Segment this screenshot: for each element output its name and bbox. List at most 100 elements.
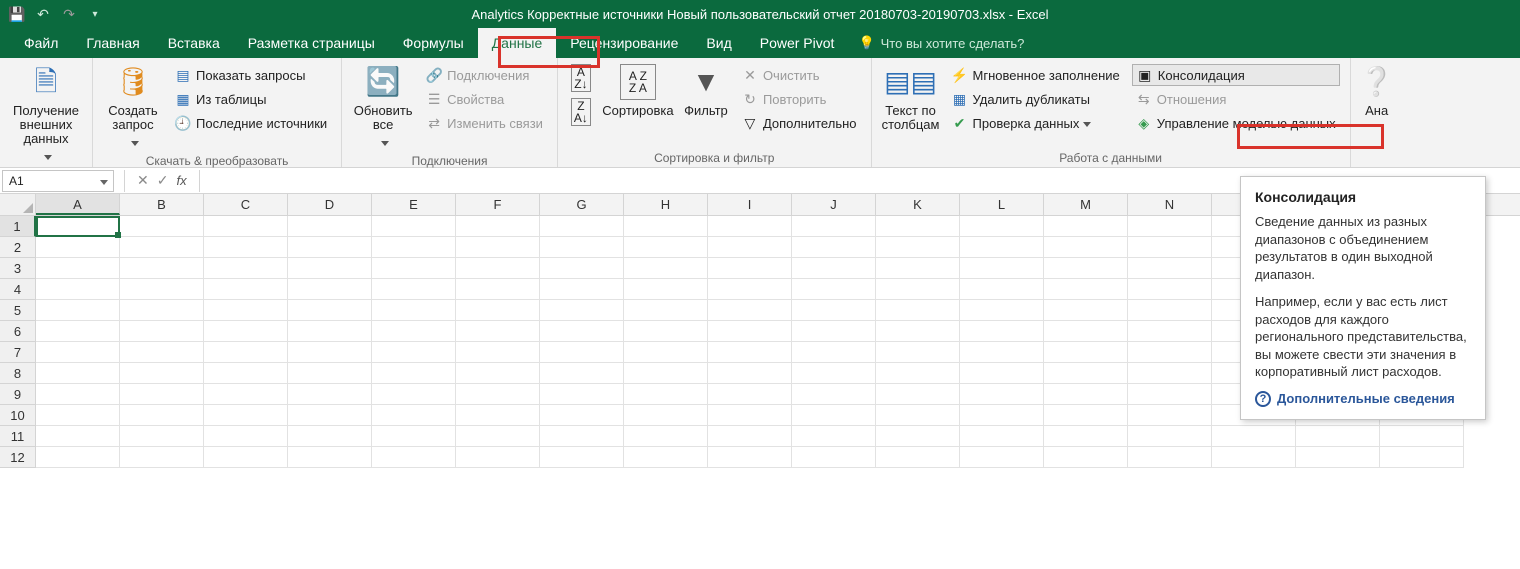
cell-C4[interactable] xyxy=(204,279,288,300)
cell-J7[interactable] xyxy=(792,342,876,363)
confirm-icon[interactable]: ✓ xyxy=(157,172,169,189)
cell-E8[interactable] xyxy=(372,363,456,384)
cell-M2[interactable] xyxy=(1044,237,1128,258)
cell-E1[interactable] xyxy=(372,216,456,237)
cell-L8[interactable] xyxy=(960,363,1044,384)
cell-H12[interactable] xyxy=(624,447,708,468)
cell-I11[interactable] xyxy=(708,426,792,447)
cell-H3[interactable] xyxy=(624,258,708,279)
cell-D12[interactable] xyxy=(288,447,372,468)
text-to-columns-button[interactable]: ▤▤ Текст по столбцам xyxy=(878,62,944,134)
cell-G11[interactable] xyxy=(540,426,624,447)
cell-O12[interactable] xyxy=(1212,447,1296,468)
cell-G8[interactable] xyxy=(540,363,624,384)
save-icon[interactable]: 💾 xyxy=(6,3,28,25)
cell-K11[interactable] xyxy=(876,426,960,447)
cell-G2[interactable] xyxy=(540,237,624,258)
row-header-12[interactable]: 12 xyxy=(0,447,36,468)
tab-file[interactable]: Файл xyxy=(10,28,72,58)
cell-F3[interactable] xyxy=(456,258,540,279)
cell-B7[interactable] xyxy=(120,342,204,363)
cell-B10[interactable] xyxy=(120,405,204,426)
tooltip-help-link[interactable]: ? Дополнительные сведения xyxy=(1255,391,1471,407)
cell-M12[interactable] xyxy=(1044,447,1128,468)
cell-F12[interactable] xyxy=(456,447,540,468)
cell-H9[interactable] xyxy=(624,384,708,405)
tab-formulas[interactable]: Формулы xyxy=(389,28,478,58)
cell-K6[interactable] xyxy=(876,321,960,342)
cell-L6[interactable] xyxy=(960,321,1044,342)
column-header-N[interactable]: N xyxy=(1128,194,1212,215)
cell-A10[interactable] xyxy=(36,405,120,426)
cell-B6[interactable] xyxy=(120,321,204,342)
cell-D10[interactable] xyxy=(288,405,372,426)
new-query-button[interactable]: 🛢 Создать запрос xyxy=(99,62,167,152)
refresh-all-button[interactable]: 🔄 Обновить все xyxy=(348,62,418,152)
cell-J11[interactable] xyxy=(792,426,876,447)
column-header-E[interactable]: E xyxy=(372,194,456,215)
cell-M7[interactable] xyxy=(1044,342,1128,363)
cell-C10[interactable] xyxy=(204,405,288,426)
cell-D2[interactable] xyxy=(288,237,372,258)
cell-M10[interactable] xyxy=(1044,405,1128,426)
cell-D4[interactable] xyxy=(288,279,372,300)
cancel-icon[interactable]: ✕ xyxy=(137,172,149,189)
cell-J5[interactable] xyxy=(792,300,876,321)
column-header-I[interactable]: I xyxy=(708,194,792,215)
cell-F8[interactable] xyxy=(456,363,540,384)
cell-A3[interactable] xyxy=(36,258,120,279)
cell-E9[interactable] xyxy=(372,384,456,405)
cell-B8[interactable] xyxy=(120,363,204,384)
cell-I12[interactable] xyxy=(708,447,792,468)
data-validation-button[interactable]: ✔Проверка данных xyxy=(948,112,1124,134)
cell-N8[interactable] xyxy=(1128,363,1212,384)
cell-B5[interactable] xyxy=(120,300,204,321)
cell-E2[interactable] xyxy=(372,237,456,258)
cell-H1[interactable] xyxy=(624,216,708,237)
tab-home[interactable]: Главная xyxy=(72,28,153,58)
cell-O11[interactable] xyxy=(1212,426,1296,447)
cell-G9[interactable] xyxy=(540,384,624,405)
column-header-G[interactable]: G xyxy=(540,194,624,215)
row-header-9[interactable]: 9 xyxy=(0,384,36,405)
cell-D7[interactable] xyxy=(288,342,372,363)
cell-N1[interactable] xyxy=(1128,216,1212,237)
cell-E4[interactable] xyxy=(372,279,456,300)
cell-B4[interactable] xyxy=(120,279,204,300)
cell-I9[interactable] xyxy=(708,384,792,405)
cell-K4[interactable] xyxy=(876,279,960,300)
column-header-F[interactable]: F xyxy=(456,194,540,215)
cell-I1[interactable] xyxy=(708,216,792,237)
cell-F1[interactable] xyxy=(456,216,540,237)
cell-G10[interactable] xyxy=(540,405,624,426)
row-header-6[interactable]: 6 xyxy=(0,321,36,342)
cell-L1[interactable] xyxy=(960,216,1044,237)
remove-duplicates-button[interactable]: ▦Удалить дубликаты xyxy=(948,88,1124,110)
row-header-3[interactable]: 3 xyxy=(0,258,36,279)
cell-C2[interactable] xyxy=(204,237,288,258)
cell-J9[interactable] xyxy=(792,384,876,405)
cell-K1[interactable] xyxy=(876,216,960,237)
cell-L2[interactable] xyxy=(960,237,1044,258)
cell-K8[interactable] xyxy=(876,363,960,384)
cell-J12[interactable] xyxy=(792,447,876,468)
cell-N4[interactable] xyxy=(1128,279,1212,300)
from-table-button[interactable]: ▦Из таблицы xyxy=(171,88,331,110)
cell-F9[interactable] xyxy=(456,384,540,405)
cell-C12[interactable] xyxy=(204,447,288,468)
tab-powerpivot[interactable]: Power Pivot xyxy=(746,28,849,58)
cell-M6[interactable] xyxy=(1044,321,1128,342)
row-header-7[interactable]: 7 xyxy=(0,342,36,363)
cell-J10[interactable] xyxy=(792,405,876,426)
cell-N11[interactable] xyxy=(1128,426,1212,447)
cell-B3[interactable] xyxy=(120,258,204,279)
cell-F4[interactable] xyxy=(456,279,540,300)
tab-view[interactable]: Вид xyxy=(692,28,745,58)
clear-filter-button[interactable]: ✕Очистить xyxy=(738,64,861,86)
cell-F6[interactable] xyxy=(456,321,540,342)
cell-B12[interactable] xyxy=(120,447,204,468)
column-header-L[interactable]: L xyxy=(960,194,1044,215)
cell-H8[interactable] xyxy=(624,363,708,384)
consolidate-button[interactable]: ▣Консолидация xyxy=(1132,64,1340,86)
cell-K5[interactable] xyxy=(876,300,960,321)
